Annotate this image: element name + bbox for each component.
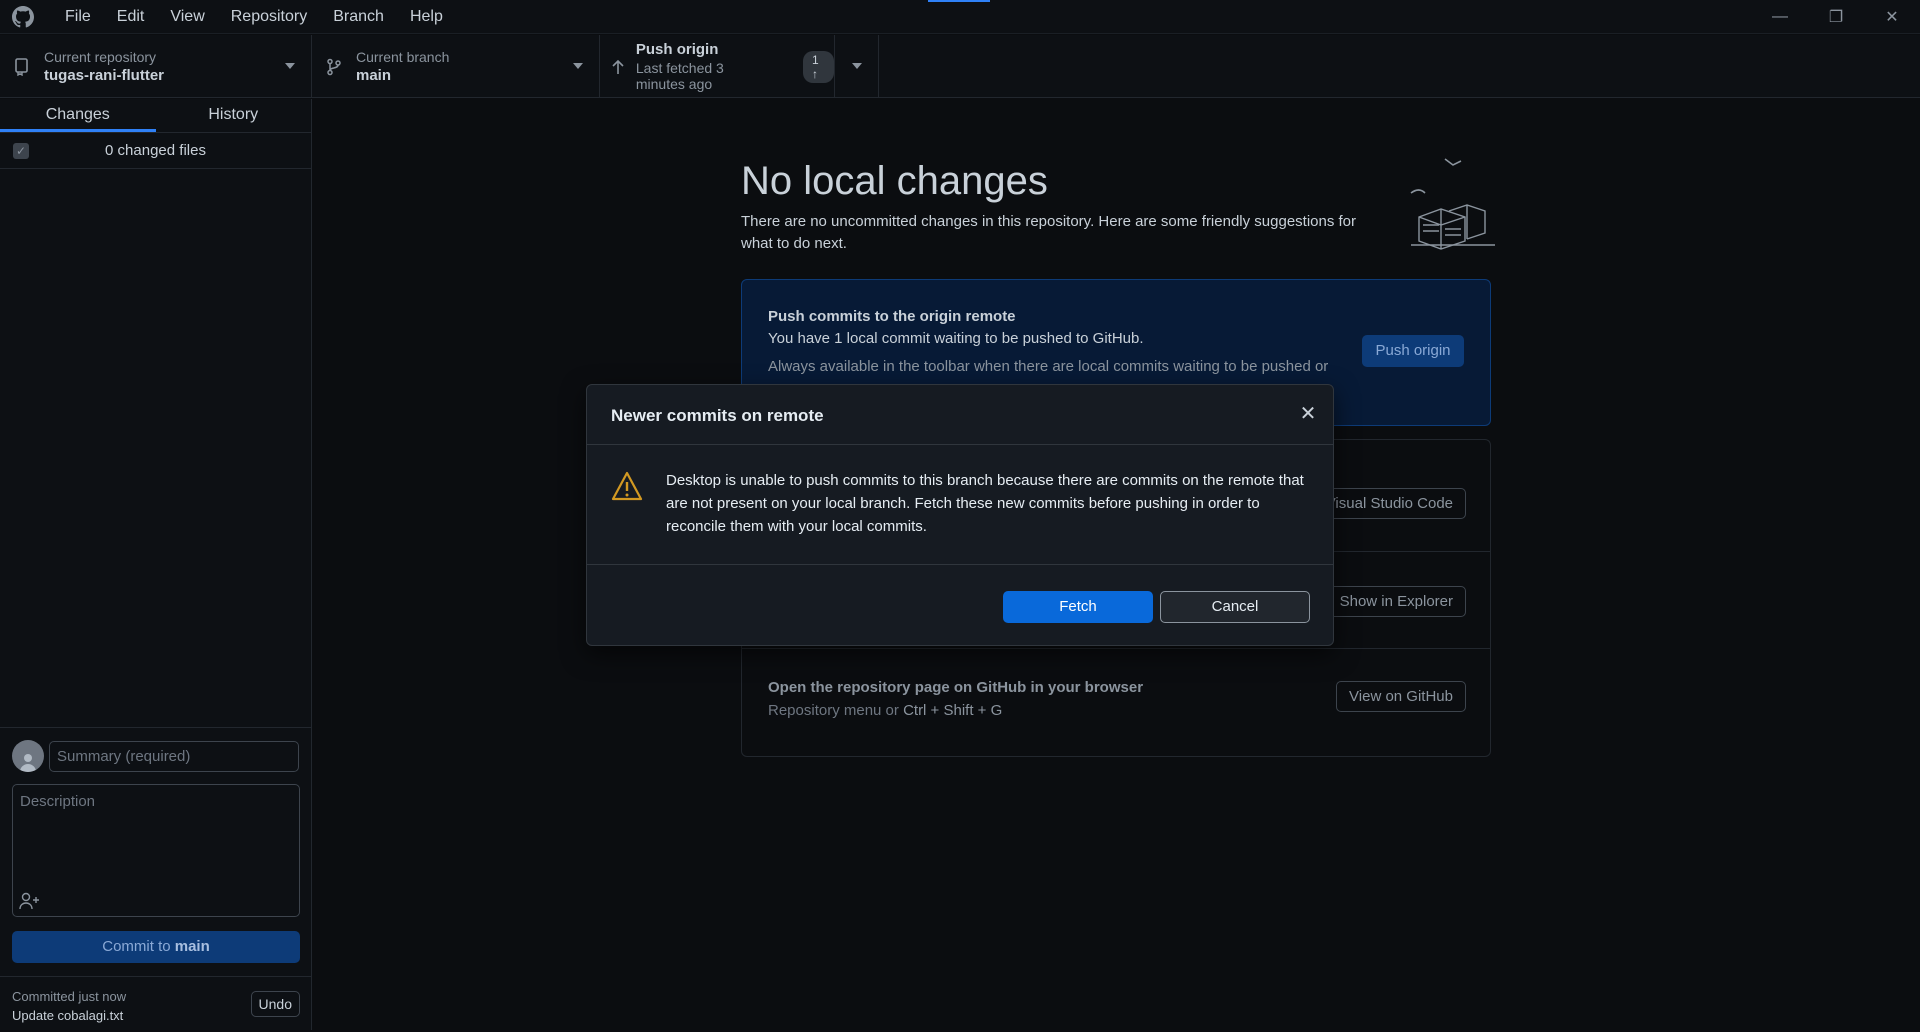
warning-icon [611, 471, 643, 501]
changed-files-header: ✓ 0 changed files [0, 133, 311, 169]
avatar [12, 740, 44, 772]
window-controls: — ❐ ✕ [1752, 0, 1920, 34]
repo-name: tugas-rani-flutter [44, 67, 164, 84]
view-on-github-button[interactable]: View on GitHub [1336, 681, 1466, 712]
close-icon[interactable]: ✕ [1297, 403, 1319, 425]
arrow-up-icon [600, 59, 636, 75]
description-field[interactable]: Description [12, 784, 300, 917]
description-placeholder: Description [20, 793, 96, 810]
dialog-message: Desktop is unable to push commits to thi… [666, 472, 1304, 535]
github-logo-icon [12, 5, 34, 27]
sidebar-tabs: Changes History [0, 99, 311, 133]
fetch-button[interactable]: Fetch [1003, 591, 1153, 623]
keyboard-shortcut: Ctrl + Shift + G [903, 702, 1003, 719]
menu-file[interactable]: File [52, 0, 104, 34]
chevron-down-icon [573, 63, 583, 69]
close-window-icon[interactable]: ✕ [1864, 0, 1920, 34]
show-in-explorer-button[interactable]: Show in Explorer [1326, 586, 1466, 617]
branch-icon [312, 58, 356, 76]
commit-form: Description Commit to main Committed jus… [0, 727, 312, 1023]
page-title: No local changes [741, 159, 1048, 203]
chevron-down-icon [852, 63, 862, 69]
dialog-footer: Fetch Cancel [587, 565, 1333, 645]
dialog-header: Newer commits on remote ✕ [587, 385, 1333, 445]
menu-edit[interactable]: Edit [104, 0, 158, 34]
tab-changes[interactable]: Changes [0, 99, 156, 132]
push-origin-button[interactable]: Push origin Last fetched 3 minutes ago 1… [600, 35, 835, 98]
view-github-desc-prefix: Repository menu or [768, 702, 904, 719]
minimize-icon[interactable]: — [1752, 0, 1808, 34]
view-github-description: Repository menu or Ctrl + Shift + G [768, 702, 1002, 719]
repo-icon [0, 57, 44, 76]
push-panel-description: You have 1 local commit waiting to be pu… [768, 330, 1144, 347]
toolbar: Current repository tugas-rani-flutter Cu… [0, 35, 1920, 98]
menu-repository[interactable]: Repository [218, 0, 320, 34]
commit-button[interactable]: Commit to main [12, 931, 300, 963]
menu-help[interactable]: Help [397, 0, 456, 34]
last-fetched-text: Last fetched 3 minutes ago [635, 60, 724, 92]
dialog-title: Newer commits on remote [611, 406, 824, 425]
view-github-title: Open the repository page on GitHub in yo… [768, 679, 1144, 696]
current-branch-button[interactable]: Current branch main [312, 35, 600, 98]
undo-button[interactable]: Undo [250, 991, 300, 1017]
last-commit-time: Committed just now [12, 989, 127, 1004]
last-commit-panel: Committed just now Update cobalagi.txt U… [0, 976, 312, 1032]
chevron-down-icon [285, 63, 295, 69]
restore-icon[interactable]: ❐ [1808, 0, 1864, 34]
add-coauthor-icon[interactable] [19, 892, 41, 910]
branch-label: Current branch [356, 49, 450, 65]
newer-commits-dialog: Newer commits on remote ✕ Desktop is una… [586, 384, 1334, 646]
title-bar: File Edit View Repository Branch Help — … [0, 0, 1920, 34]
cancel-button[interactable]: Cancel [1160, 591, 1310, 623]
commit-button-prefix: Commit to [102, 938, 175, 955]
ahead-count-badge: 1 ↑ [802, 50, 834, 83]
focus-accent-line [928, 0, 990, 2]
tab-history[interactable]: History [156, 99, 312, 132]
page-subtitle: There are no uncommitted changes in this… [741, 213, 1357, 252]
dialog-body: Desktop is unable to push commits to thi… [587, 445, 1333, 565]
commit-button-branch: main [174, 938, 210, 955]
push-panel-hint: Always available in the toolbar when the… [768, 358, 1329, 375]
push-label: Push origin [635, 41, 719, 58]
last-commit-message: Update cobalagi.txt [12, 1008, 124, 1023]
menu-view[interactable]: View [157, 0, 217, 34]
sidebar: Changes History ✓ 0 changed files Descri… [0, 99, 312, 1030]
summary-input[interactable] [49, 740, 299, 772]
repo-label: Current repository [44, 49, 157, 65]
branch-name: main [356, 67, 392, 84]
changed-files-count: 0 changed files [105, 142, 206, 159]
push-panel-title: Push commits to the origin remote [768, 308, 1016, 325]
view-github-row: Open the repository page on GitHub in yo… [742, 649, 1490, 756]
push-origin-panel-button[interactable]: Push origin [1362, 335, 1464, 367]
empty-state-illustration [1410, 158, 1495, 250]
current-repository-button[interactable]: Current repository tugas-rani-flutter [0, 35, 312, 98]
menu-branch[interactable]: Branch [320, 0, 397, 34]
push-dropdown-button[interactable] [835, 35, 879, 98]
